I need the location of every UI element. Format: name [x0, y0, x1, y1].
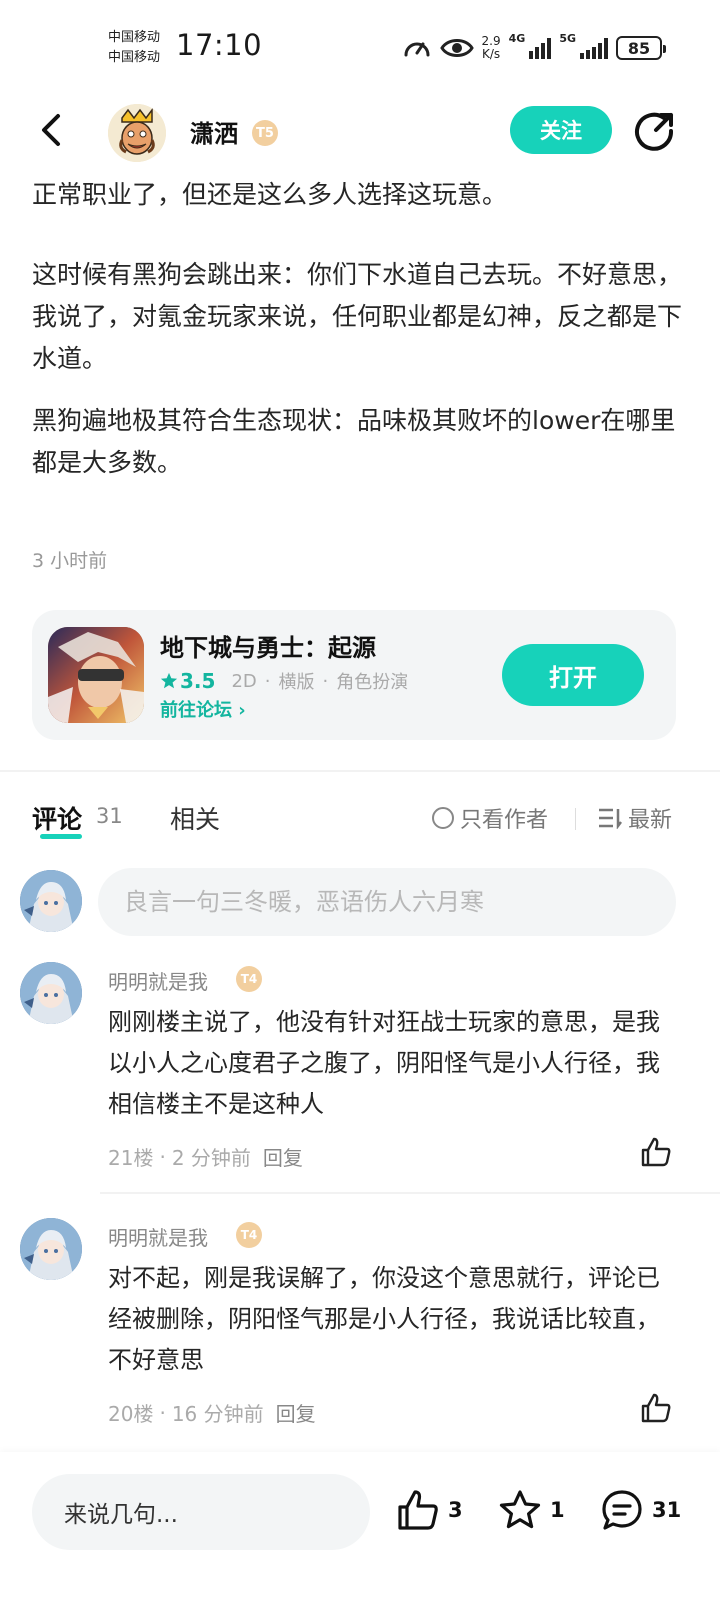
open-game-button[interactable]: 打开: [502, 644, 644, 706]
star-outline-icon: [499, 1490, 541, 1529]
signal-bars-icon: [580, 37, 608, 59]
comment-divider: [100, 1192, 720, 1194]
commenter-name[interactable]: 明明就是我: [108, 966, 208, 995]
like-count: 3: [448, 1498, 463, 1522]
comment-count: 31: [96, 804, 123, 828]
commenter-name[interactable]: 明明就是我: [108, 1222, 208, 1251]
reply-button[interactable]: 回复: [263, 1142, 303, 1171]
comment-text[interactable]: 刚刚楼主说了，他没有针对狂战士玩家的意思，是我以小人之心度君子之腹了，阴阳怪气是…: [108, 1002, 668, 1125]
comment-text[interactable]: 对不起，刚是我误解了，你没这个意思就行，评论已经被删除，阴阳怪气那是小人行径，我…: [108, 1258, 668, 1381]
sort-button[interactable]: 最新: [598, 802, 672, 834]
status-icons: 2.9 K/s 4G 5G 85: [402, 30, 666, 66]
network-5g-label: 5G: [559, 32, 576, 45]
carrier-1: 中国移动: [108, 30, 161, 45]
follow-button[interactable]: 关注: [510, 106, 612, 154]
article-paragraph: 黑狗遍地极其符合生态现状：品味极其败坏的lower在哪里都是大多数。: [32, 406, 676, 477]
thumbs-up-icon[interactable]: [640, 1392, 672, 1424]
eye-icon: [439, 39, 474, 57]
comment-footer: 21楼 · 2 分钟前 回复: [108, 1142, 303, 1171]
thumbs-up-icon[interactable]: [640, 1136, 672, 1168]
like-button[interactable]: 3: [396, 1488, 463, 1532]
battery-icon: 85: [616, 36, 666, 60]
tag-separator: ·: [322, 670, 329, 692]
author-name[interactable]: 潇洒: [190, 114, 238, 149]
game-tag: 横版: [278, 672, 315, 693]
sort-label: 最新: [628, 808, 673, 833]
comment-floor: 21楼: [108, 1146, 154, 1170]
say-something-input[interactable]: 来说几句...: [32, 1474, 370, 1550]
comment-time: 2 分钟前: [171, 1146, 251, 1170]
avatar-illustration: [108, 104, 166, 162]
comment-tabs: 评论 31 相关 只看作者 最新: [32, 800, 682, 840]
bottom-action-bar: 来说几句... 3 1 31: [0, 1452, 720, 1600]
tab-related[interactable]: 相关: [170, 800, 220, 836]
speedometer-icon: [404, 42, 430, 57]
game-artwork: [48, 627, 144, 723]
clock: 17:10: [176, 28, 263, 62]
comment-time: 16 分钟前: [171, 1402, 264, 1426]
comment-bubble-icon: [602, 1490, 642, 1530]
article-paragraph: 这时候有黑狗会跳出来：你们下水道自己去玩。不好意思，我说了，对氪金玩家来说，任何…: [32, 260, 683, 373]
commenter-avatar[interactable]: [20, 962, 82, 1024]
carrier-2: 中国移动: [108, 50, 161, 65]
reply-button[interactable]: 回复: [276, 1398, 316, 1427]
avatar-illustration: [20, 962, 82, 1024]
author-level-badge: T5: [252, 120, 278, 146]
comments-button[interactable]: 31: [600, 1488, 681, 1532]
avatar-illustration: [20, 870, 82, 932]
game-rating: 3.5: [160, 669, 215, 693]
comment-footer: 20楼 · 16 分钟前 回复: [108, 1398, 316, 1427]
share-icon[interactable]: [634, 110, 676, 152]
game-name[interactable]: 地下城与勇士：起源: [160, 628, 376, 663]
rating-value: 3.5: [180, 669, 216, 693]
forum-link-label: 前往论坛: [160, 700, 232, 721]
game-tag: 2D: [231, 670, 257, 692]
article-line: 正常职业了，但还是这么多人选择这玩意。: [32, 180, 508, 209]
radio-circle-icon: [432, 807, 454, 829]
net-speed-unit: K/s: [481, 47, 501, 61]
author-avatar[interactable]: [108, 104, 166, 162]
status-bar: 中国移动 中国移动 17:10 2.9 K/s 4G 5G 85: [0, 0, 720, 92]
chevron-right-icon: ›: [238, 700, 246, 721]
signal-bars-icon: [529, 37, 552, 59]
net-speed: 2.9 K/s: [482, 35, 501, 61]
forum-link[interactable]: 前往论坛 ›: [160, 696, 246, 722]
separator-dot: ·: [159, 1400, 166, 1425]
active-tab-indicator: [40, 834, 82, 839]
post-header: 潇洒 T5 关注: [0, 92, 720, 170]
favorite-button[interactable]: 1: [498, 1488, 565, 1532]
carrier-info: 中国移动 中国移动: [108, 28, 160, 68]
thumbs-up-icon: [398, 1490, 438, 1530]
post-time: 3 小时前: [32, 550, 108, 572]
comments-count: 31: [652, 1498, 682, 1522]
tag-separator: ·: [264, 670, 271, 692]
article-body: 卫很努力让这个职业黑糊糊的，看起来不像是个 正常职业了，但还是这么多人选择这玩意…: [32, 150, 682, 504]
my-avatar: [20, 870, 82, 932]
comment-floor: 20楼: [108, 1402, 154, 1426]
only-author-toggle[interactable]: 只看作者: [432, 802, 548, 834]
commenter-avatar[interactable]: [20, 1218, 82, 1280]
game-icon[interactable]: [48, 627, 144, 723]
game-tag: 角色扮演: [336, 672, 409, 693]
comment-input[interactable]: [98, 868, 676, 936]
avatar-illustration: [20, 1218, 82, 1280]
game-meta: 3.5 2D · 横版 · 角色扮演: [160, 668, 408, 694]
commenter-level-badge: T4: [236, 966, 262, 992]
vertical-divider: [575, 808, 576, 830]
tab-comments[interactable]: 评论: [32, 800, 82, 836]
star-icon: [160, 672, 178, 689]
back-arrow-icon[interactable]: [32, 110, 72, 150]
game-card[interactable]: 地下城与勇士：起源 3.5 2D · 横版 · 角色扮演 前往论坛 › 打开: [32, 610, 676, 740]
separator-dot: ·: [159, 1144, 166, 1169]
sort-icon: [599, 808, 622, 829]
section-divider: [0, 770, 720, 772]
favorite-count: 1: [550, 1498, 565, 1522]
commenter-level-badge: T4: [236, 1222, 262, 1248]
network-4g-label: 4G: [508, 32, 526, 45]
only-author-label: 只看作者: [460, 808, 549, 833]
battery-level: 85: [627, 38, 651, 58]
